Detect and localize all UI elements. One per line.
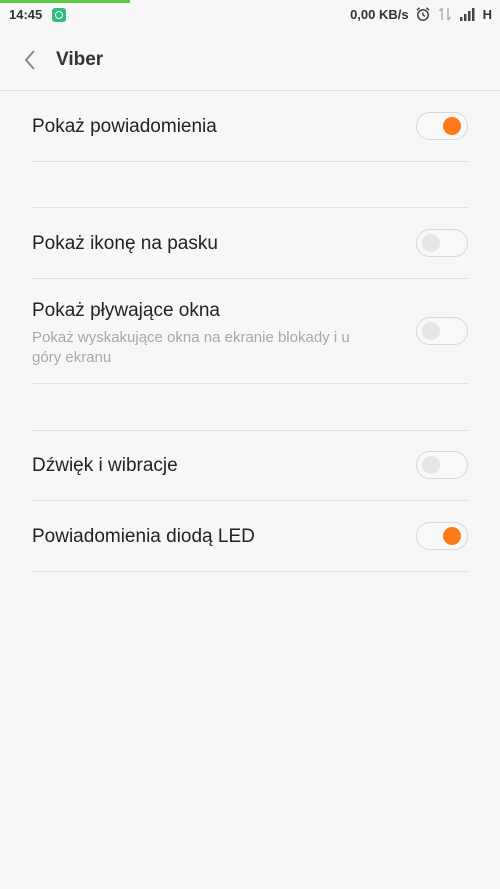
toggle-knob [422, 234, 440, 252]
toggle-sound-vibration[interactable] [416, 451, 468, 479]
divider [32, 571, 468, 572]
page-title: Viber [56, 49, 104, 70]
setting-show-icon-in-bar[interactable]: Pokaż ikonę na pasku [32, 233, 468, 255]
signal-icon [459, 8, 475, 21]
setting-label: Powiadomienia diodą LED [32, 526, 255, 547]
app-notification-icon [52, 8, 66, 22]
divider [32, 430, 468, 431]
setting-label: Pokaż powiadomienia [32, 116, 217, 137]
setting-sublabel: Pokaż wyskakujące okna na ekranie blokad… [32, 329, 350, 366]
divider [32, 500, 468, 501]
setting-sound-vibration[interactable]: Dźwięk i wibracje [32, 455, 468, 477]
toggle-knob [443, 117, 461, 135]
setting-label: Dźwięk i wibracje [32, 455, 178, 476]
chevron-left-icon [24, 50, 35, 70]
back-button[interactable] [18, 46, 42, 74]
divider [32, 278, 468, 279]
setting-label: Pokaż ikonę na pasku [32, 233, 218, 254]
data-arrows-icon [438, 7, 451, 21]
toggle-knob [422, 322, 440, 340]
alarm-icon [416, 7, 430, 21]
network-type: H [482, 6, 492, 22]
setting-label: Pokaż pływające okna [32, 300, 220, 321]
divider [32, 383, 468, 384]
toggle-led-notifications[interactable] [416, 522, 468, 550]
toggle-knob [422, 456, 440, 474]
toggle-show-notifications[interactable] [416, 112, 468, 140]
app-header: Viber [0, 30, 500, 91]
toggle-knob [443, 527, 461, 545]
toggle-show-icon-in-bar[interactable] [416, 229, 468, 257]
status-bar: 14:45 0,00 KB/s H [0, 0, 500, 30]
setting-show-notifications[interactable]: Pokaż powiadomienia [32, 116, 468, 138]
divider [32, 207, 468, 208]
status-right-group: 0,00 KB/s H [350, 6, 492, 22]
toggle-floating-windows[interactable] [416, 317, 468, 345]
setting-led-notifications[interactable]: Powiadomienia diodą LED [32, 526, 468, 548]
divider [32, 161, 468, 162]
status-time: 14:45 [9, 7, 43, 22]
setting-floating-windows[interactable]: Pokaż pływające okna Pokaż wyskakujące o… [32, 300, 468, 368]
network-speed: 0,00 KB/s [350, 6, 409, 22]
